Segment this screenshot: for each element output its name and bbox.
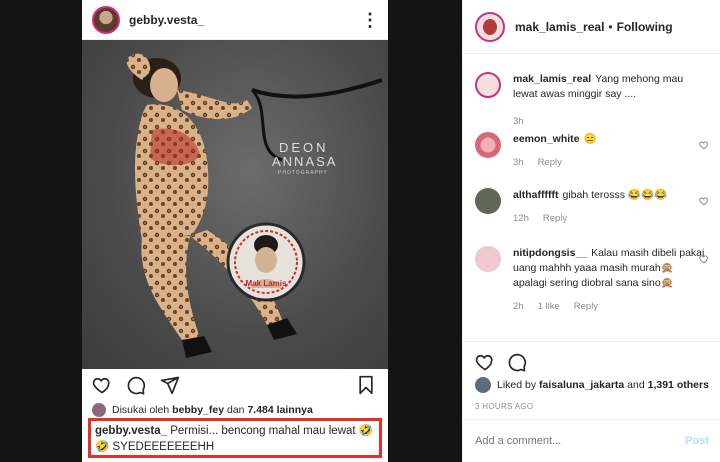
mak-lamis-badge: Mak Lamis [226, 222, 306, 302]
comment-avatar[interactable] [475, 188, 501, 214]
comment-avatar[interactable] [475, 132, 501, 158]
bookmark-icon [359, 375, 373, 395]
panel-actions [463, 341, 720, 381]
embedded-post-username: gebby.vesta_ [129, 12, 205, 27]
caption-username: gebby.vesta_ [95, 425, 168, 437]
comment-time: 3h [513, 116, 524, 127]
comment-like-icon[interactable] [699, 254, 709, 264]
liked-count[interactable]: 1,391 others [648, 379, 709, 391]
caption-comment: mak_lamis_real Yang mehong mau lewat awas… [475, 72, 709, 129]
comment-text: gibah terosss 😂😂😂 [562, 189, 668, 201]
comment-username[interactable]: nitipdongsis__ [513, 247, 587, 259]
more-options-icon: ⋮ [361, 9, 379, 30]
comment-username[interactable]: eemon_white [513, 133, 580, 145]
embedded-post-header: gebby.vesta_ ⋮ [82, 0, 388, 40]
post-comment-button[interactable]: Post [685, 435, 709, 447]
like-icon[interactable] [475, 352, 495, 372]
add-comment-bar: Post [463, 419, 720, 462]
embedded-post-actions [82, 373, 388, 399]
embedded-post-avatar [92, 5, 120, 34]
liked-by-avatar[interactable] [475, 377, 491, 393]
separator-dot: • [608, 19, 613, 34]
comment-likes[interactable]: 1 like [538, 301, 560, 312]
comment-like-icon[interactable] [699, 140, 709, 150]
liked-mid: and [627, 379, 645, 391]
comment-username[interactable]: althaffffft [513, 189, 559, 201]
highlighted-caption: gebby.vesta_ Permisi... bencong mahal ma… [88, 418, 382, 458]
comment-username[interactable]: mak_lamis_real [513, 73, 591, 85]
comment-time: 2h [513, 301, 524, 312]
panel-username[interactable]: mak_lamis_real [515, 20, 604, 34]
comment-time: 12h [513, 213, 529, 224]
liked-mid: dan [226, 404, 245, 416]
comment-icon[interactable] [507, 352, 527, 372]
comment-icon [127, 376, 146, 395]
panel-liked-by: Liked by faisaluna_jakarta and 1,391 oth… [475, 377, 709, 393]
embedded-post: gebby.vesta_ ⋮ DEON ANNASA PHOTOGRAPHY M… [82, 0, 388, 462]
reply-button[interactable]: Reply [574, 301, 598, 312]
comment-like-icon[interactable] [699, 196, 709, 206]
following-button[interactable]: Following [617, 20, 673, 34]
reply-button[interactable]: Reply [543, 213, 567, 224]
liked-prefix: Disukai oleh [112, 404, 170, 416]
comment-item: althaffffft gibah terosss 😂😂😂 12h Reply [475, 188, 709, 226]
watermark-line-3: PHOTOGRAPHY [278, 170, 328, 176]
caption-text-line2: 🤣 SYEDEEEEEEEHH [95, 441, 215, 453]
panel-avatar[interactable] [475, 11, 505, 42]
liked-prefix: Liked by [497, 379, 537, 391]
caption-text: Permisi... bencong mahal mau lewat 🤣 [170, 425, 374, 437]
comment-time: 3h [513, 157, 524, 168]
model-photo-illustration: DEON ANNASA PHOTOGRAPHY Mak Lamis [126, 53, 383, 358]
comment-avatar[interactable] [475, 72, 501, 98]
add-comment-input[interactable] [475, 435, 686, 447]
badge-text: Mak Lamis [246, 279, 287, 288]
heart-icon [92, 377, 110, 394]
comment-item: nitipdongsis__ Kalau masih dibeli pakai u… [475, 246, 709, 314]
comment-text: 😑 [583, 133, 597, 145]
panel-header: mak_lamis_real • Following [463, 0, 720, 54]
watermark-line-1: DEON [279, 140, 329, 155]
embedded-post-photo: DEON ANNASA PHOTOGRAPHY Mak Lamis [82, 40, 388, 369]
liked-user[interactable]: faisaluna_jakarta [539, 379, 624, 391]
liked-user: bebby_fey [172, 404, 225, 416]
comment-item: eemon_white 😑 3h Reply [475, 132, 709, 170]
liked-count: 7.484 lainnya [247, 404, 313, 416]
liked-by-avatar [92, 403, 106, 417]
comments-list: mak_lamis_real Yang mehong mau lewat awas… [463, 54, 720, 340]
watermark-line-2: ANNASA [272, 154, 337, 169]
post-side-panel: mak_lamis_real • Following mak_lamis_rea… [462, 0, 720, 462]
post-timestamp: 3 HOURS AGO [475, 402, 534, 411]
comment-avatar[interactable] [475, 246, 501, 272]
embedded-liked-by: Disukai oleh bebby_fey dan 7.484 lainnya [92, 403, 313, 417]
share-icon [160, 376, 180, 395]
reply-button[interactable]: Reply [538, 157, 562, 168]
